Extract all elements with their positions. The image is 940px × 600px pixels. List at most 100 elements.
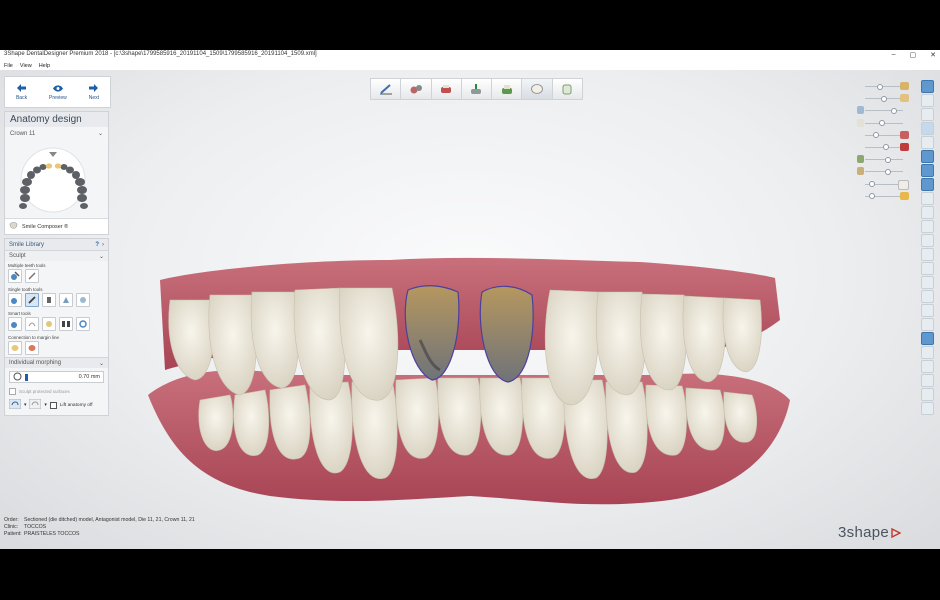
layer-slider[interactable] — [855, 141, 909, 153]
die-step-icon[interactable] — [430, 78, 462, 100]
view-rotate-icon[interactable] — [921, 108, 934, 121]
next-button[interactable]: Next — [89, 84, 99, 101]
smart-tooth-icon[interactable] — [42, 317, 56, 331]
undo-icon[interactable] — [8, 398, 22, 411]
individual-morphing-label: Individual morphing — [9, 360, 62, 366]
application-window: 3Shape DentalDesigner Premium 2018 - [c:… — [0, 50, 940, 549]
finish-step-icon[interactable] — [551, 78, 583, 100]
smart-contact-icon[interactable] — [59, 317, 73, 331]
smile-composer-label: Smile Composer ® — [22, 223, 69, 230]
lift-anatomy-checkbox[interactable] — [49, 401, 57, 409]
smart-morph-icon[interactable] — [8, 317, 22, 331]
view-3d-icon[interactable] — [921, 122, 934, 135]
insertion-direction-step-icon[interactable] — [400, 78, 432, 100]
menu-file[interactable]: File — [4, 63, 13, 69]
chevron-down-icon[interactable]: ▾ — [44, 403, 46, 408]
smile-library-label: Smile Library — [9, 241, 45, 248]
antagonist-swatch-icon — [857, 106, 864, 115]
margin-line-step-icon[interactable] — [370, 78, 402, 100]
slider-thumb[interactable] — [25, 373, 28, 381]
wax-knife-icon[interactable] — [59, 293, 73, 307]
measure-icon[interactable] — [921, 262, 934, 275]
individual-morphing-header[interactable]: Individual morphing ⌄ — [5, 357, 108, 368]
section-icon[interactable] — [921, 318, 934, 331]
minimize-button[interactable]: – — [892, 51, 896, 59]
smooth-tool-icon[interactable] — [25, 293, 39, 307]
cut-icon[interactable] — [921, 206, 934, 219]
warning-icon[interactable] — [921, 304, 934, 317]
anatomy-design-panel: Anatomy design Crown 11 ⌄ Smile Composer… — [4, 111, 109, 235]
close-panel-icon[interactable] — [921, 80, 934, 93]
lock-icon[interactable] — [921, 234, 934, 247]
layer-slider[interactable] — [855, 129, 909, 141]
3shape-logo: 3shape — [838, 524, 902, 541]
tooth-chart[interactable] — [5, 140, 108, 218]
scale-tool-icon[interactable] — [76, 293, 90, 307]
color-icon[interactable] — [921, 388, 934, 401]
zoom-icon[interactable] — [921, 220, 934, 233]
close-button[interactable]: ✕ — [930, 51, 936, 59]
layer-slider[interactable] — [855, 117, 907, 129]
help-icon[interactable]: ? — [95, 242, 99, 248]
sculpt-header[interactable]: Sculpt ⌄ — [5, 251, 108, 261]
layer-slider[interactable] — [855, 153, 907, 165]
multi-cut-tool-icon[interactable] — [25, 269, 39, 283]
select-icon[interactable] — [921, 136, 934, 149]
connection-tooth-icon[interactable] — [8, 341, 22, 355]
smile-composer-row[interactable]: Smile Composer ® — [5, 218, 108, 234]
connection-crown-icon[interactable] — [25, 341, 39, 355]
chevron-down-icon[interactable]: ⌄ — [99, 253, 104, 260]
morphing-radius-slider[interactable]: 0.70 mm — [9, 371, 104, 383]
smart-tools-label: Smart tools — [8, 311, 31, 316]
grid-view-icon[interactable] — [921, 178, 934, 191]
smart-rotate-icon[interactable] — [76, 317, 90, 331]
chevron-right-icon[interactable]: › — [102, 242, 104, 248]
chevron-down-icon[interactable]: ⌄ — [99, 360, 104, 367]
cement-gap-step-icon[interactable] — [460, 78, 493, 100]
pen-icon[interactable] — [921, 192, 934, 205]
shield-icon[interactable] — [921, 346, 934, 359]
menu-help[interactable]: Help — [39, 63, 50, 69]
sculpt-protected-checkbox[interactable]: Sculpt protected surfaces — [5, 386, 108, 397]
maximize-button[interactable]: ▢ — [910, 51, 917, 59]
preview-button[interactable]: Preview — [49, 84, 67, 101]
back-label: Back — [15, 94, 28, 101]
layer-slider[interactable] — [855, 190, 909, 202]
chevron-down-icon[interactable]: ▾ — [24, 403, 26, 408]
layer-slider[interactable] — [855, 178, 909, 190]
coping-step-icon[interactable] — [491, 78, 523, 100]
gum-swatch-icon — [900, 142, 909, 151]
back-button[interactable]: Back — [16, 84, 27, 101]
layer-slider[interactable] — [855, 165, 907, 177]
split-view-icon[interactable] — [921, 164, 934, 177]
morph-tool-icon[interactable] — [42, 293, 56, 307]
view-front-icon[interactable] — [921, 94, 934, 107]
add-remove-tool-icon[interactable] — [8, 293, 22, 307]
chevron-down-icon[interactable]: ⌄ — [98, 130, 103, 137]
gum-icon[interactable] — [921, 290, 934, 303]
logo-triangle-icon — [891, 527, 902, 538]
mesh-icon[interactable] — [921, 248, 934, 261]
morph-value: 0.70 mm — [78, 374, 100, 380]
redo-icon[interactable] — [28, 398, 42, 411]
ruler-icon[interactable] — [921, 360, 934, 373]
screenshot-icon[interactable] — [921, 332, 934, 345]
transparent-icon[interactable] — [921, 276, 934, 289]
layers-icon[interactable] — [921, 150, 934, 163]
smile-library-header[interactable]: Smile Library ? › — [5, 239, 108, 251]
crown-swatch-icon — [900, 94, 909, 103]
radius-icon — [13, 372, 22, 383]
layer-slider[interactable] — [855, 104, 907, 116]
multi-morph-tool-icon[interactable] — [8, 269, 22, 283]
menu-view[interactable]: View — [20, 63, 32, 69]
tooth-swatch-icon — [898, 179, 909, 190]
smart-cusp-icon[interactable] — [25, 317, 39, 331]
layer-slider[interactable] — [855, 92, 909, 104]
crown-selector[interactable]: Crown 11 — [10, 131, 35, 137]
anatomy-design-step-icon[interactable] — [521, 78, 553, 100]
order-label: Order: — [4, 517, 19, 523]
camera-icon[interactable] — [921, 402, 934, 415]
dental-3d-model[interactable] — [140, 200, 800, 510]
text-icon[interactable] — [921, 374, 934, 387]
layer-slider[interactable] — [855, 80, 909, 92]
